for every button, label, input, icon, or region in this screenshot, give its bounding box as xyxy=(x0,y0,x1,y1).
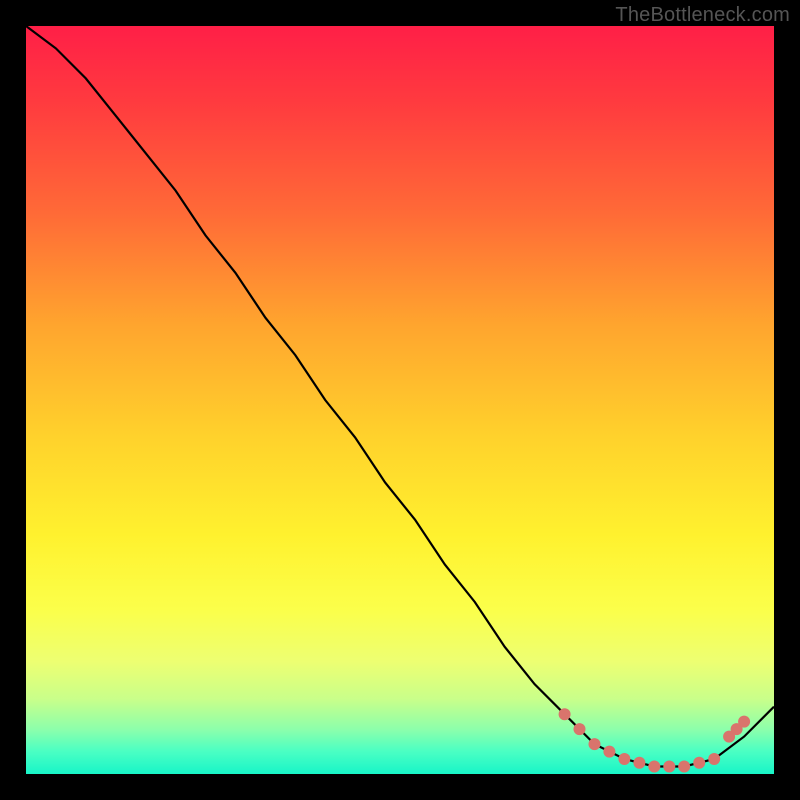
curve-markers xyxy=(559,708,751,772)
curve-marker xyxy=(738,716,750,728)
curve-marker xyxy=(693,757,705,769)
curve-marker xyxy=(559,708,571,720)
chart-frame: TheBottleneck.com xyxy=(0,0,800,800)
curve-marker xyxy=(663,761,675,773)
curve-line xyxy=(26,26,774,767)
curve-marker xyxy=(633,757,645,769)
curve-marker xyxy=(574,723,586,735)
plot-area xyxy=(26,26,774,774)
curve-marker xyxy=(708,753,720,765)
curve-marker xyxy=(678,761,690,773)
watermark-text: TheBottleneck.com xyxy=(615,4,790,27)
chart-svg xyxy=(26,26,774,774)
curve-marker xyxy=(589,738,601,750)
curve-marker xyxy=(603,746,615,758)
curve-marker xyxy=(618,753,630,765)
curve-marker xyxy=(648,761,660,773)
